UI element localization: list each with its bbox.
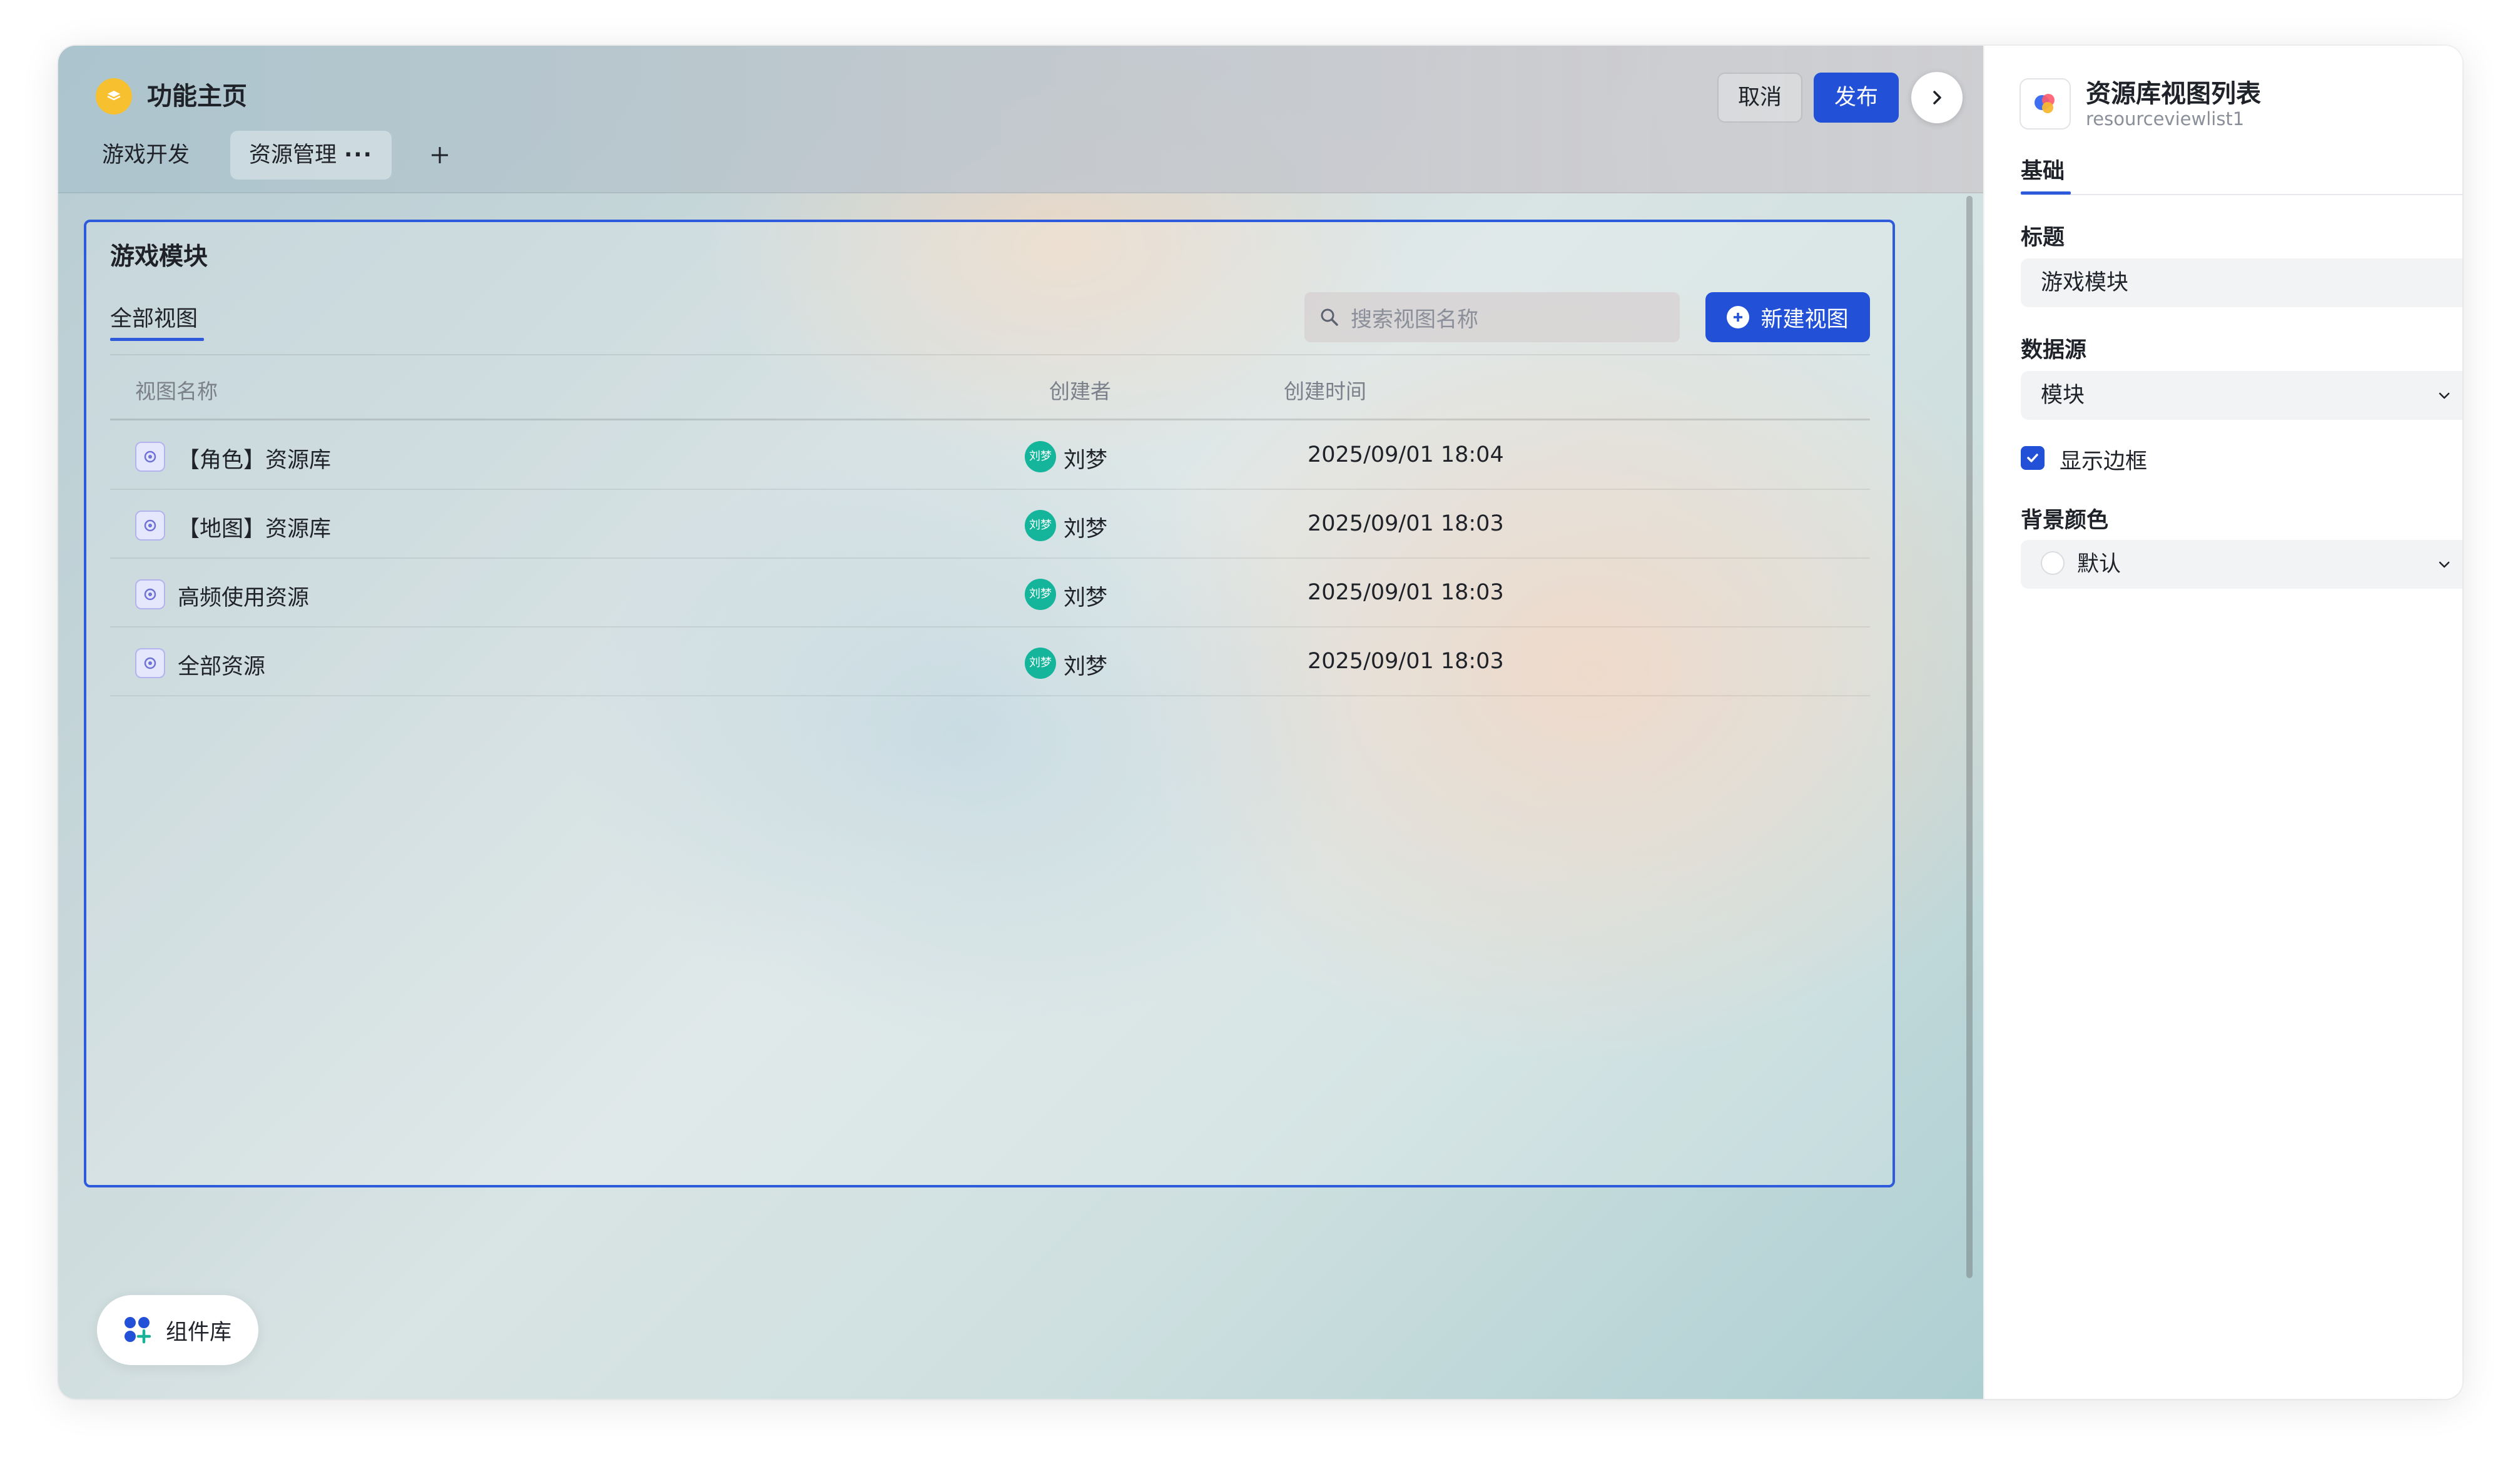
avatar: 刘梦 — [1025, 648, 1056, 679]
color-swatch — [2041, 551, 2065, 575]
top-bar: 功能主页 游戏开发 资源管理 ··· 取消 发布 — [58, 46, 1983, 193]
view-name: 【角色】资源库 — [178, 448, 332, 473]
tab-active-indicator — [2021, 191, 2071, 195]
search-icon — [1321, 308, 1338, 326]
tab-basic[interactable]: 基础 — [2021, 153, 2065, 185]
created-time: 2025/09/01 18:03 — [1308, 511, 1504, 536]
layers-icon — [96, 78, 132, 114]
chevron-down-icon — [2439, 561, 2450, 568]
avatar: 刘梦 — [1025, 441, 1056, 472]
plus-circle-icon — [1727, 306, 1750, 328]
game-module-card[interactable]: 游戏模块 全部视图 搜索视图名称 新建视图 视图名称 创建者 创建时间 【角色】… — [84, 220, 1895, 1187]
check-icon — [2027, 454, 2038, 462]
tab-resource-management[interactable]: 资源管理 ··· — [230, 131, 392, 180]
title-field[interactable]: 游戏模块 — [2021, 258, 2462, 307]
column-header-name: 视图名称 — [135, 379, 218, 404]
plus-icon — [432, 147, 448, 163]
dots-icon[interactable]: ··· — [344, 131, 373, 180]
datasource-select[interactable]: 模块 — [2021, 371, 2462, 420]
component-library-button[interactable]: 组件库 — [97, 1295, 258, 1365]
chevron-down-icon — [2439, 392, 2450, 399]
view-name: 全部资源 — [178, 654, 266, 679]
tab-label: 资源管理 — [249, 143, 337, 168]
search-input[interactable]: 搜索视图名称 — [1304, 292, 1680, 342]
search-placeholder: 搜索视图名称 — [1351, 307, 1478, 332]
module-title: 游戏模块 — [110, 243, 208, 271]
publish-button[interactable]: 发布 — [1814, 73, 1899, 123]
avatar: 刘梦 — [1025, 579, 1056, 610]
resource-view-icon — [135, 442, 165, 472]
column-header-creator: 创建者 — [1049, 379, 1111, 404]
bg-color-value: 默认 — [2077, 552, 2121, 577]
table-row[interactable]: 【地图】资源库 刘梦 刘梦 2025/09/01 18:03 — [110, 490, 1870, 559]
canvas-area: 功能主页 游戏开发 资源管理 ··· 取消 发布 游戏模块 全部视图 搜索视图名称 — [58, 46, 1983, 1399]
column-header-time: 创建时间 — [1284, 379, 1366, 404]
add-tab-button[interactable] — [418, 133, 462, 177]
cancel-button[interactable]: 取消 — [1717, 73, 1802, 123]
show-border-checkbox[interactable] — [2021, 446, 2045, 470]
page-title: 功能主页 — [147, 82, 247, 111]
created-time: 2025/09/01 18:03 — [1308, 580, 1504, 605]
creator-name: 刘梦 — [1064, 448, 1108, 473]
created-time: 2025/09/01 18:03 — [1308, 649, 1504, 674]
tab-game-dev[interactable]: 游戏开发 — [83, 131, 208, 180]
properties-panel: 资源库视图列表 resourceviewlist1 基础 标题 游戏模块 数据源… — [1983, 46, 2462, 1399]
new-view-button[interactable]: 新建视图 — [1705, 292, 1870, 342]
tab-label: 游戏开发 — [102, 143, 190, 168]
resource-view-icon — [135, 579, 165, 609]
datasource-field-label: 数据源 — [2021, 338, 2087, 363]
bg-color-select[interactable]: 默认 — [2021, 540, 2462, 589]
divider — [2021, 194, 2462, 195]
tab-all-views[interactable]: 全部视图 — [110, 301, 198, 333]
scrollbar-thumb[interactable] — [1966, 196, 1973, 1278]
tab-active-indicator — [110, 338, 204, 341]
creator-name: 刘梦 — [1064, 654, 1108, 679]
resource-list-app-icon — [2020, 78, 2071, 130]
component-library-icon — [124, 1317, 151, 1344]
show-border-label[interactable]: 显示边框 — [2060, 444, 2147, 475]
avatar: 刘梦 — [1025, 510, 1056, 541]
creator-name: 刘梦 — [1064, 586, 1108, 611]
component-library-label: 组件库 — [166, 1319, 232, 1345]
resource-view-icon — [135, 511, 165, 541]
table-header-divider — [110, 419, 1870, 420]
title-field-label: 标题 — [2021, 225, 2065, 250]
app-window: 功能主页 游戏开发 资源管理 ··· 取消 发布 游戏模块 全部视图 搜索视图名称 — [58, 46, 2462, 1399]
created-time: 2025/09/01 18:04 — [1308, 442, 1504, 467]
title-field-value: 游戏模块 — [2041, 270, 2129, 295]
view-name: 高频使用资源 — [178, 586, 310, 611]
resource-view-icon — [135, 648, 165, 678]
creator-name: 刘梦 — [1064, 517, 1108, 542]
component-title: 资源库视图列表 — [2086, 79, 2261, 108]
view-name: 【地图】资源库 — [178, 517, 332, 542]
component-id: resourceviewlist1 — [2086, 108, 2245, 130]
bg-color-field-label: 背景颜色 — [2021, 508, 2109, 533]
collapse-panel-button[interactable] — [1911, 72, 1963, 123]
chevron-right-icon — [1933, 91, 1941, 104]
datasource-value: 模块 — [2041, 383, 2085, 408]
divider — [110, 354, 1870, 355]
table-row[interactable]: 【角色】资源库 刘梦 刘梦 2025/09/01 18:04 — [110, 421, 1870, 490]
new-view-label: 新建视图 — [1760, 307, 1849, 332]
table-row[interactable]: 高频使用资源 刘梦 刘梦 2025/09/01 18:03 — [110, 559, 1870, 628]
table-row[interactable]: 全部资源 刘梦 刘梦 2025/09/01 18:03 — [110, 628, 1870, 696]
